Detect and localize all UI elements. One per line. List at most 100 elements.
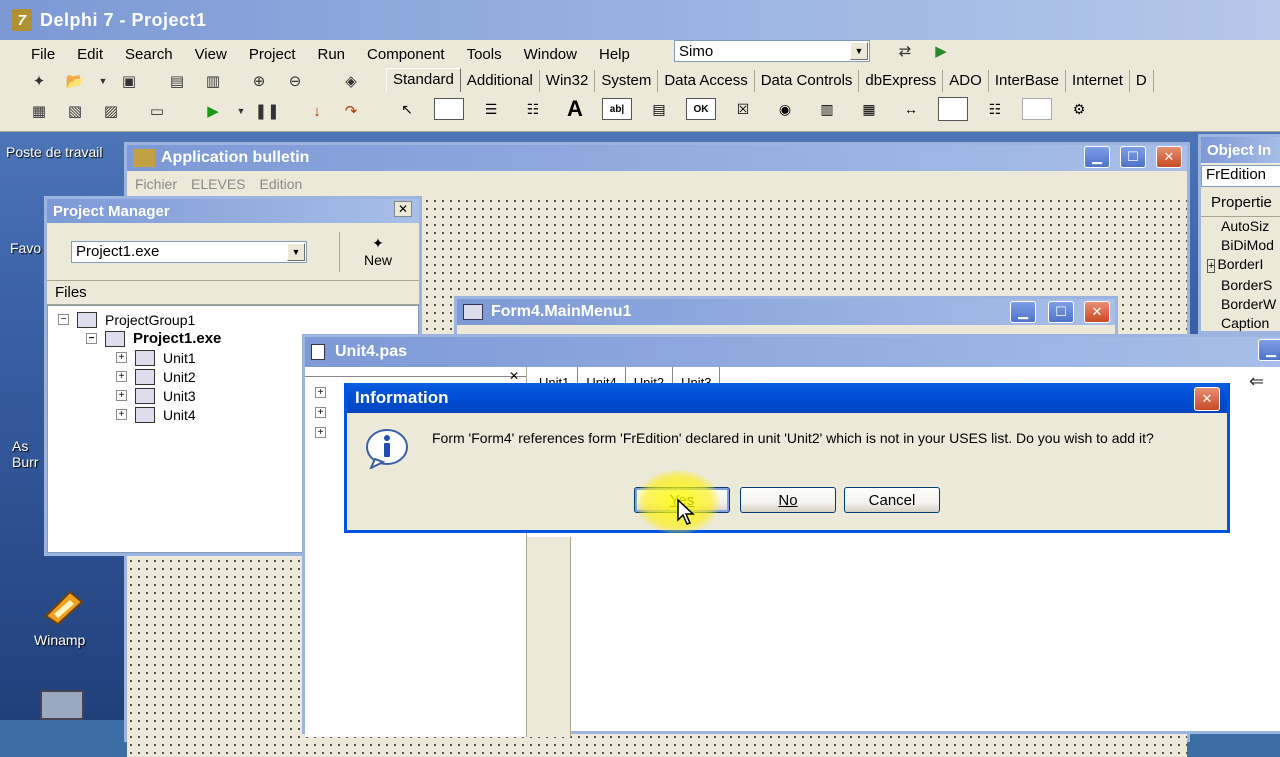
- add-file-icon[interactable]: ⊕: [248, 70, 270, 92]
- menu-file[interactable]: File: [20, 46, 66, 63]
- new-icon[interactable]: ✦: [28, 70, 50, 92]
- new-form-icon[interactable]: ▭: [146, 100, 168, 122]
- toggle-form-unit-icon[interactable]: ▨: [100, 100, 122, 122]
- desktop-icon-favorites[interactable]: Favo: [10, 240, 41, 256]
- menu-designer-minimize-button[interactable]: ▁: [1010, 301, 1036, 323]
- edit-icon[interactable]: ab|: [602, 98, 632, 120]
- dialog-close-button[interactable]: ✕: [1194, 387, 1220, 411]
- form-menu-edition[interactable]: Edition: [260, 176, 303, 192]
- tree-node-projectgroup[interactable]: − ProjectGroup1: [58, 310, 418, 329]
- set-debug-desktop-icon[interactable]: ▶: [930, 40, 952, 62]
- remove-file-icon[interactable]: ⊖: [284, 70, 306, 92]
- mainmenu-icon[interactable]: ☰: [476, 96, 506, 122]
- property-borderstyle[interactable]: BorderS: [1201, 276, 1280, 295]
- object-selector[interactable]: FrEdition: [1201, 165, 1280, 187]
- menu-tools[interactable]: Tools: [456, 46, 513, 63]
- save-desktop-icon[interactable]: ⇄: [894, 40, 916, 62]
- scrollbar-icon[interactable]: ↔: [896, 96, 926, 122]
- menu-edit[interactable]: Edit: [66, 46, 114, 63]
- menu-designer-maximize-button[interactable]: ☐: [1048, 301, 1074, 323]
- step-over-icon[interactable]: ↷: [340, 100, 362, 122]
- menu-component[interactable]: Component: [356, 46, 456, 63]
- save-icon[interactable]: ▣: [118, 70, 140, 92]
- tab-more[interactable]: D: [1130, 70, 1154, 92]
- tab-data-access[interactable]: Data Access: [658, 70, 755, 92]
- tab-internet[interactable]: Internet: [1066, 70, 1130, 92]
- menu-search[interactable]: Search: [114, 46, 184, 63]
- no-button[interactable]: No: [740, 487, 836, 513]
- tab-interbase[interactable]: InterBase: [989, 70, 1067, 92]
- open-icon[interactable]: 📂: [64, 70, 86, 92]
- help-book-icon[interactable]: ◈: [340, 70, 362, 92]
- popupmenu-icon[interactable]: ☷: [518, 96, 548, 122]
- collapse-icon[interactable]: −: [58, 314, 69, 325]
- tab-win32[interactable]: Win32: [540, 70, 596, 92]
- actionlist-icon[interactable]: ⚙: [1064, 96, 1094, 122]
- menu-help[interactable]: Help: [588, 46, 641, 63]
- form-maximize-button[interactable]: ☐: [1120, 146, 1146, 168]
- open-project-icon[interactable]: ▥: [202, 70, 224, 92]
- menu-view[interactable]: View: [184, 46, 238, 63]
- label-icon[interactable]: A: [560, 96, 590, 122]
- tab-standard[interactable]: Standard: [386, 68, 461, 92]
- property-bordericons[interactable]: + BorderI: [1201, 255, 1280, 276]
- property-bidimode[interactable]: BiDiMod: [1201, 236, 1280, 255]
- project-manager-close-button[interactable]: ✕: [394, 201, 412, 217]
- property-autosize[interactable]: AutoSiz: [1201, 217, 1280, 236]
- pause-icon[interactable]: ❚❚: [254, 100, 279, 122]
- expand-icon[interactable]: +: [315, 387, 326, 398]
- radiogroup-icon[interactable]: ☷: [980, 96, 1010, 122]
- form-minimize-button[interactable]: ▁: [1084, 146, 1110, 168]
- form-menu-fichier[interactable]: Fichier: [135, 176, 177, 192]
- expand-icon[interactable]: +: [116, 371, 127, 382]
- property-borderwidth[interactable]: BorderW: [1201, 295, 1280, 314]
- desktop-icon-burner[interactable]: As Burr: [12, 438, 46, 470]
- trace-into-icon[interactable]: ↓: [306, 100, 328, 122]
- tab-properties[interactable]: Propertie: [1201, 189, 1280, 217]
- back-arrow-icon[interactable]: ⇐: [1249, 371, 1264, 392]
- combobox-icon[interactable]: ▦: [854, 96, 884, 122]
- tab-ado[interactable]: ADO: [943, 70, 989, 92]
- desktop-icon-my-computer[interactable]: Poste de travail: [6, 144, 103, 160]
- view-form-icon[interactable]: ▧: [64, 100, 86, 122]
- property-caption[interactable]: Caption: [1201, 314, 1280, 333]
- menu-run[interactable]: Run: [307, 46, 357, 63]
- project-combo[interactable]: Project1.exe ▼: [71, 240, 307, 263]
- cancel-button[interactable]: Cancel: [844, 487, 940, 513]
- chevron-down-icon[interactable]: ▼: [850, 42, 868, 60]
- open-dropdown-icon[interactable]: ▼: [92, 70, 114, 92]
- expand-icon[interactable]: +: [116, 409, 127, 420]
- expand-icon[interactable]: +: [116, 390, 127, 401]
- new-project-button[interactable]: ✦ New: [364, 235, 392, 268]
- form-close-button[interactable]: ✕: [1156, 146, 1182, 168]
- tab-system[interactable]: System: [595, 70, 659, 92]
- tab-additional[interactable]: Additional: [461, 70, 540, 92]
- expand-icon[interactable]: +: [116, 352, 127, 363]
- menu-window[interactable]: Window: [513, 46, 588, 63]
- memo-icon[interactable]: ▤: [644, 96, 674, 122]
- frames-icon[interactable]: [434, 98, 464, 120]
- checkbox-icon[interactable]: ☒: [728, 96, 758, 122]
- chevron-down-icon[interactable]: ▼: [287, 242, 305, 261]
- desktop-config-combo[interactable]: Simo ▼: [674, 40, 870, 62]
- tab-dbexpress[interactable]: dbExpress: [859, 70, 944, 92]
- yes-button[interactable]: Yes: [634, 487, 730, 513]
- save-all-icon[interactable]: ▤: [166, 70, 188, 92]
- form-menu-eleves[interactable]: ELEVES: [191, 176, 245, 192]
- view-unit-icon[interactable]: ▦: [28, 100, 50, 122]
- groupbox-icon[interactable]: [938, 97, 968, 121]
- winamp-icon[interactable]: [40, 588, 88, 628]
- expand-icon[interactable]: +: [315, 427, 326, 438]
- radiobutton-icon[interactable]: ◉: [770, 96, 800, 122]
- expand-icon[interactable]: +: [315, 407, 326, 418]
- run-icon[interactable]: ▶: [202, 100, 224, 122]
- desktop-icon-partial[interactable]: [40, 690, 84, 720]
- editor-minimize-button[interactable]: ▁: [1258, 339, 1280, 361]
- pointer-icon[interactable]: ↖: [392, 96, 422, 122]
- panel-icon[interactable]: [1022, 98, 1052, 120]
- menu-project[interactable]: Project: [238, 46, 307, 63]
- tab-data-controls[interactable]: Data Controls: [755, 70, 860, 92]
- code-explorer-close-icon[interactable]: ✕: [509, 369, 519, 383]
- collapse-icon[interactable]: −: [86, 333, 97, 344]
- menu-designer-close-button[interactable]: ✕: [1084, 301, 1110, 323]
